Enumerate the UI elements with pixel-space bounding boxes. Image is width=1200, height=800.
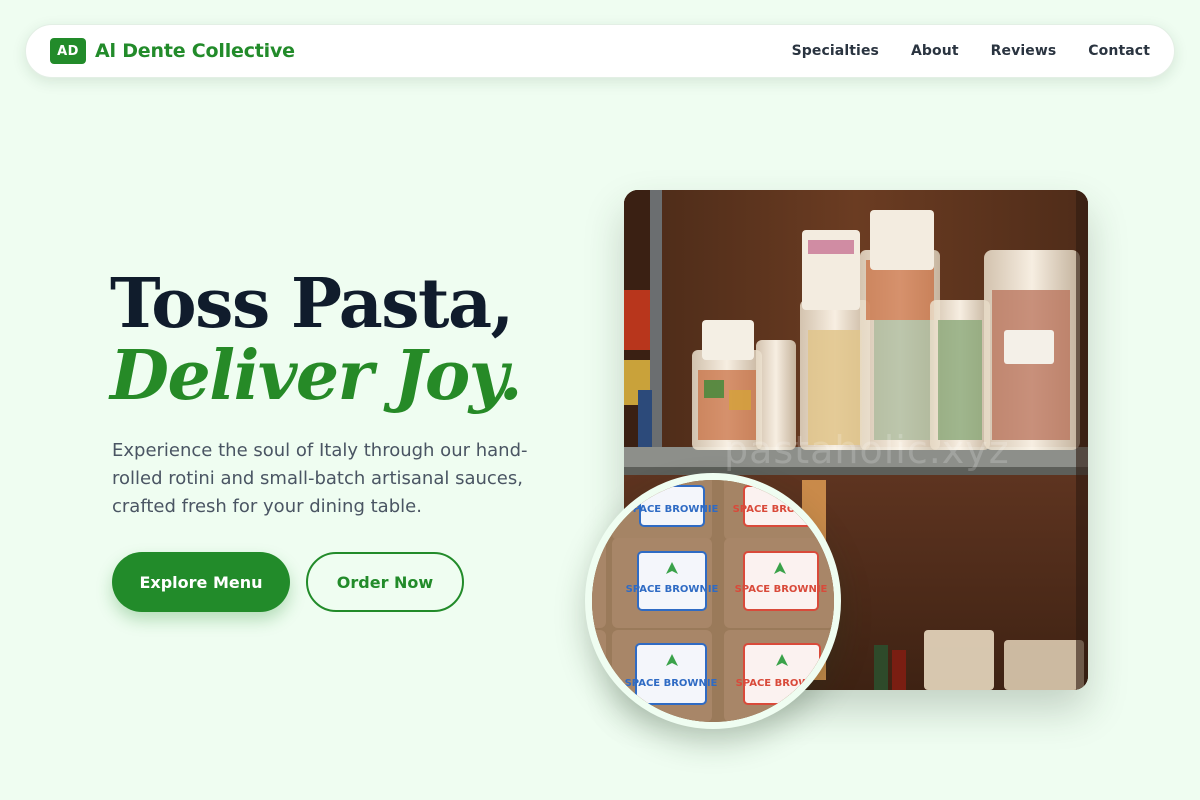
nav-links: Specialties About Reviews Contact xyxy=(792,43,1150,59)
nav-link-contact[interactable]: Contact xyxy=(1088,43,1150,59)
photo-watermark: pastaholic.xyz xyxy=(724,428,1010,472)
hero-title-line2: Deliver Joy. xyxy=(110,336,523,416)
nav-link-reviews[interactable]: Reviews xyxy=(991,43,1057,59)
nav-link-specialties[interactable]: Specialties xyxy=(792,43,879,59)
hero-title-line1: Toss Pasta, xyxy=(110,264,514,344)
order-now-button[interactable]: Order Now xyxy=(306,552,464,612)
navbar: AD Al Dente Collective Specialties About… xyxy=(25,24,1175,78)
hero-title: Toss Pasta, Deliver Joy. xyxy=(110,270,580,410)
explore-menu-button[interactable]: Explore Menu xyxy=(112,552,290,612)
hero-description: Experience the soul of Italy through our… xyxy=(112,440,528,517)
brand-badge: AD xyxy=(50,38,86,64)
brownie-label-text: SPACE BROWNIE xyxy=(735,584,828,595)
brownie-packages-illustration: SPACE BROWNIE SPACE BROWNIE SPACE BROWNI… xyxy=(592,480,834,722)
nav-link-about[interactable]: About xyxy=(911,43,959,59)
brownie-label-text: SPACE BROWNIE xyxy=(626,504,719,515)
brownie-packages-photo: SPACE BROWNIE SPACE BROWNIE SPACE BROWNI… xyxy=(585,473,841,729)
brownie-label-text: SPACE BROWNIE xyxy=(625,678,718,689)
brownie-label-text: SPACE BROWNIE xyxy=(626,584,719,595)
brand-name: Al Dente Collective xyxy=(95,40,295,62)
brand-logo[interactable]: AD Al Dente Collective xyxy=(50,38,295,64)
